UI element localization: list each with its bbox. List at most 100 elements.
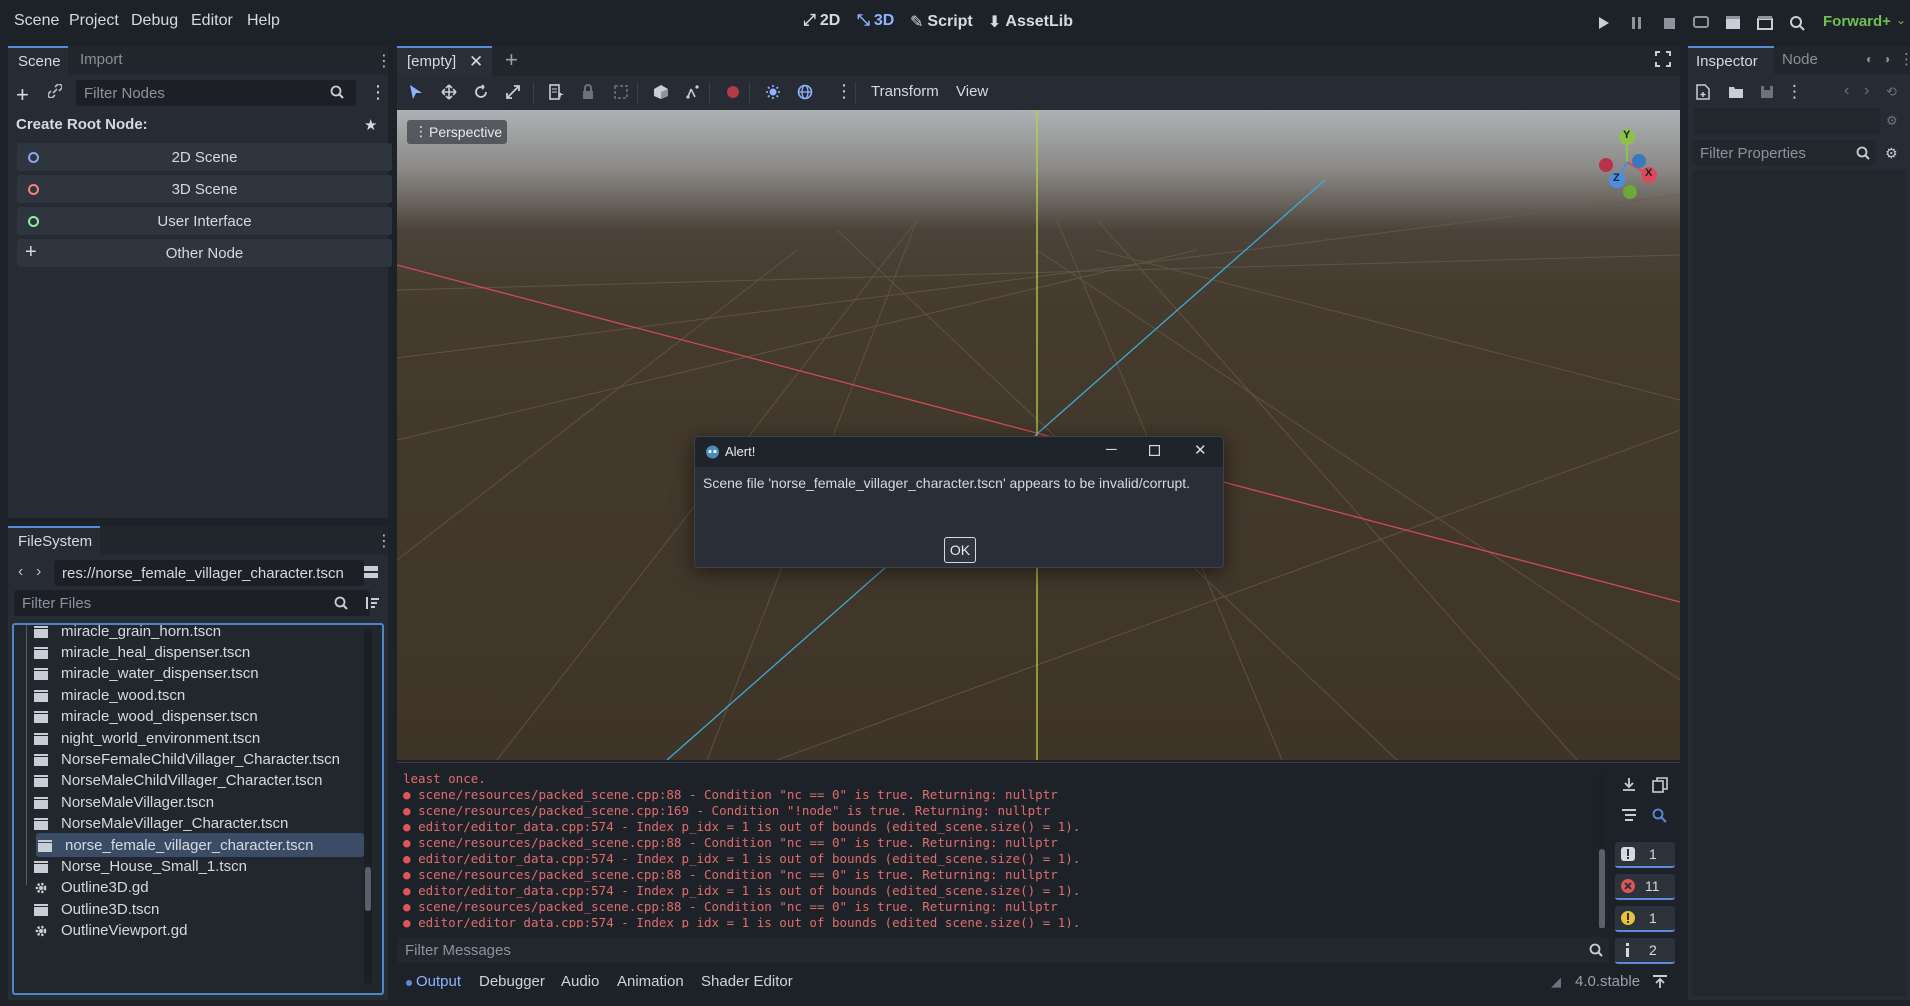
workspace-2d-button[interactable]: ⤢ 2D [803,12,840,30]
new-resource-icon[interactable] [1696,84,1710,100]
dock-right-icon[interactable]: ◑ [1883,52,1890,66]
file-item[interactable]: OutlineViewport.gd [32,919,362,943]
fullscreen-icon[interactable] [1655,51,1671,67]
favorites-star-icon[interactable]: ★ [364,116,377,134]
file-item[interactable]: night_world_environment.tscn [32,726,362,750]
pause-icon[interactable] [1626,12,1648,34]
play-scene-icon[interactable] [1722,12,1744,34]
property-options-icon[interactable]: ⚙ [1885,145,1898,162]
path-field[interactable]: res://norse_female_villager_character.ts… [54,560,364,586]
menu-project[interactable]: Project [69,12,119,30]
history-back-icon[interactable]: ‹ [1844,82,1849,100]
create-2d-scene-button[interactable]: 2D Scene [17,143,392,171]
link-icon[interactable] [48,84,62,98]
file-item[interactable]: NorseMaleChildVillager_Character.tscn [32,769,362,793]
menu-debug[interactable]: Debug [131,12,178,30]
open-folder-icon[interactable] [1728,85,1744,99]
lock-icon[interactable] [581,84,595,100]
stop-icon[interactable] [1658,12,1680,34]
tab-shader-editor[interactable]: Shader Editor [701,973,793,990]
error-count-button[interactable]: 11 [1615,874,1675,900]
split-view-icon[interactable] [363,564,379,580]
tab-inspector[interactable]: Inspector [1688,46,1774,74]
file-item[interactable]: miracle_wood_dispenser.tscn [32,705,362,729]
tab-scene[interactable]: Scene [8,46,68,74]
3d-viewport[interactable]: ⋮ Perspective Y X Z [397,110,1680,760]
object-settings-icon[interactable]: ⚙ [1886,113,1898,129]
scale-tool-icon[interactable] [505,84,521,100]
file-item[interactable]: miracle_wood.tscn [32,683,362,707]
menu-editor[interactable]: Editor [191,12,233,30]
filter-messages-input[interactable]: Filter Messages [397,937,1609,963]
close-icon[interactable]: ✕ [1194,441,1207,459]
play-icon[interactable] [1593,12,1615,34]
add-node-icon[interactable]: + [16,82,29,108]
workspace-script-button[interactable]: ✎ Script [910,12,973,32]
filter-nodes-input[interactable]: Filter Nodes [76,80,356,106]
history-forward-icon[interactable]: › [1864,82,1869,100]
file-tree-scrollbar[interactable] [364,629,372,985]
menu-help[interactable]: Help [247,12,280,30]
chevron-down-icon[interactable]: ⌄ [1896,13,1906,27]
movie-maker-icon[interactable] [1786,12,1808,34]
filter-properties-input[interactable]: Filter Properties [1692,140,1876,166]
output-scrollbar[interactable] [1599,774,1605,928]
more-options-icon[interactable]: ⋮ [1786,82,1803,102]
collapse-icon[interactable] [1621,808,1637,822]
file-item[interactable]: norse_female_villager_character.tscn [36,833,364,857]
back-arrow-icon[interactable]: ‹ [18,563,23,581]
dock-menu-icon[interactable]: ⋮ [1899,50,1910,68]
scene-tab-empty[interactable]: [empty] ✕ [397,46,492,76]
forward-arrow-icon[interactable]: › [36,563,41,581]
filter-files-input[interactable]: Filter Files [14,590,370,616]
workspace-3d-button[interactable]: ⤡ 3D [857,12,894,30]
perspective-menu[interactable]: ⋮ Perspective [407,120,507,144]
tab-animation[interactable]: Animation [617,973,684,990]
tab-audio[interactable]: Audio [561,973,599,990]
close-icon[interactable]: ✕ [469,52,483,72]
local-space-icon[interactable] [653,84,669,100]
tab-import[interactable]: Import [80,51,123,68]
tab-output[interactable]: Output [416,973,461,990]
transform-menu[interactable]: Transform [871,83,939,100]
remote-debug-icon[interactable] [1690,12,1712,34]
workspace-assetlib-button[interactable]: ⬇ AssetLib [988,12,1073,32]
scrollbar-thumb[interactable] [365,867,371,911]
dock-left-icon[interactable]: ◐ [1866,52,1873,66]
move-tool-icon[interactable] [441,84,457,100]
clear-output-icon[interactable] [1621,777,1637,793]
snap-icon[interactable] [685,84,701,100]
ok-button[interactable]: OK [944,537,976,563]
sort-icon[interactable] [364,595,380,611]
dock-menu-icon[interactable]: ⋮ [376,531,392,551]
create-3d-scene-button[interactable]: 3D Scene [17,175,392,203]
file-item[interactable]: Norse_House_Small_1.tscn [32,854,362,878]
save-icon[interactable] [1760,85,1774,99]
play-custom-scene-icon[interactable] [1754,12,1776,34]
file-item[interactable]: NorseFemaleChildVillager_Character.tscn [32,747,362,771]
file-item[interactable]: NorseMaleVillager.tscn [32,790,362,814]
tab-debugger[interactable]: Debugger [479,973,545,990]
minimize-icon[interactable]: ─ [1106,441,1117,458]
create-other-node-button[interactable]: + Other Node [17,239,392,267]
file-item[interactable]: NorseMaleVillager_Character.tscn [32,812,362,836]
tab-node[interactable]: Node [1782,51,1818,68]
environment-icon[interactable] [797,84,813,100]
message-count-button[interactable]: 1 [1615,842,1675,868]
group-icon[interactable] [613,84,629,100]
renderer-selector[interactable]: Forward+ [1823,13,1891,30]
file-item[interactable]: miracle_water_dispenser.tscn [32,662,362,686]
rotate-tool-icon[interactable] [473,84,489,100]
scrollbar-thumb[interactable] [1599,849,1605,928]
menu-scene[interactable]: Scene [14,12,59,30]
list-select-icon[interactable] [549,84,565,100]
expand-panel-icon[interactable] [1652,975,1668,989]
sun-icon[interactable] [765,84,781,100]
camera-preview-icon[interactable] [725,84,741,100]
select-tool-icon[interactable] [409,84,423,100]
tab-filesystem[interactable]: FileSystem [8,526,100,554]
add-tab-icon[interactable]: + [505,47,518,73]
file-item[interactable]: miracle_heal_dispenser.tscn [32,640,362,664]
create-user-interface-button[interactable]: User Interface [17,207,392,235]
file-item[interactable]: Outline3D.gd [32,876,362,900]
